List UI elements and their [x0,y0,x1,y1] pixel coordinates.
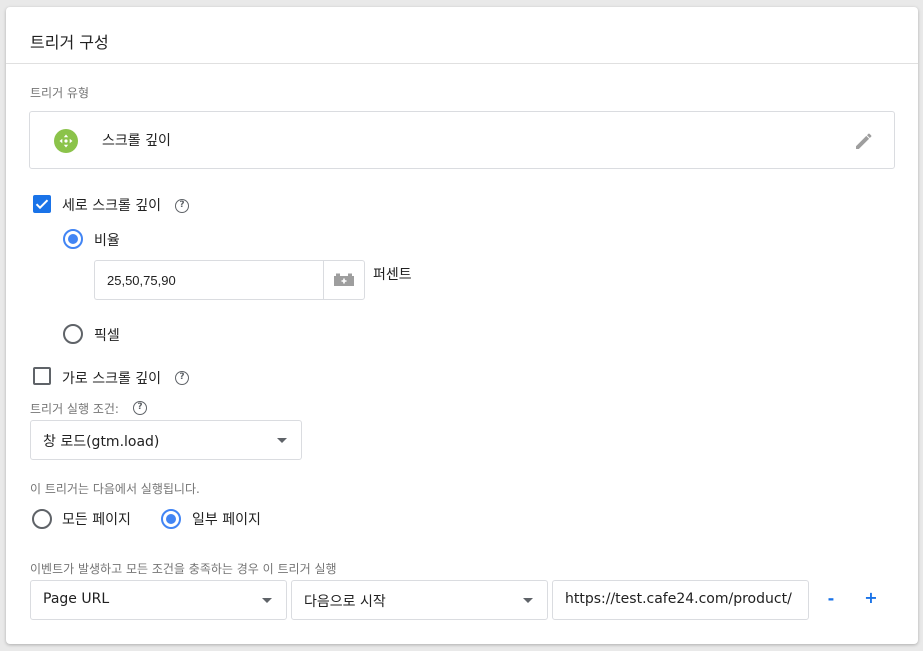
insert-variable-button[interactable] [323,260,365,300]
horizontal-scroll-label: 가로 스크롤 깊이 [62,371,162,387]
condition-operator-select[interactable]: 다음으로 시작 [291,580,548,620]
some-pages-label: 일부 페이지 [192,512,261,528]
condition-operator-selected: 다음으로 시작 [304,594,386,610]
condition-variable-selected: Page URL [43,591,110,607]
fire-on-label: 트리거 실행 조건: [30,402,119,416]
dropdown-caret-icon [277,438,287,443]
help-icon[interactable]: ? [175,199,189,213]
some-pages-radio[interactable] [161,509,181,529]
vertical-scroll-label: 세로 스크롤 깊이 [62,198,162,214]
condition-variable-select[interactable]: Page URL [30,580,287,620]
add-condition-button[interactable]: + [861,588,881,607]
scroll-move-icon [54,129,78,153]
page-title: 트리거 구성 [30,33,109,52]
fire-on-select[interactable]: 창 로드(gtm.load) [30,420,302,460]
remove-condition-button[interactable]: - [821,589,841,608]
percent-radio-label: 비율 [94,233,120,249]
condition-value-text: https://test.cafe24.com/product/ [565,591,792,607]
horizontal-scroll-checkbox[interactable] [33,367,51,385]
help-icon[interactable]: ? [175,371,189,385]
trigger-config-card: 트리거 구성 트리거 유형 스크롤 깊이 세로 스크롤 깊이 ? 비율 25,5… [6,7,918,644]
trigger-type-label: 트리거 유형 [30,86,90,100]
percent-radio[interactable] [63,229,83,249]
fire-on-selected: 창 로드(gtm.load) [43,434,160,450]
check-icon [35,199,49,210]
condition-label: 이벤트가 발생하고 모든 조건을 충족하는 경우 이 트리거 실행 [30,562,337,576]
pixel-radio[interactable] [63,324,83,344]
dropdown-caret-icon [523,598,533,603]
all-pages-label: 모든 페이지 [62,512,131,528]
condition-value-input[interactable]: https://test.cafe24.com/product/ [552,580,809,620]
trigger-type-name: 스크롤 깊이 [102,133,171,149]
scope-label: 이 트리거는 다음에서 실행됩니다. [30,482,200,496]
percent-value-input[interactable] [94,260,324,300]
variable-brick-icon [334,273,354,286]
pencil-edit-icon[interactable] [852,129,876,153]
vertical-scroll-checkbox[interactable] [33,195,51,213]
all-pages-radio[interactable] [32,509,52,529]
header-divider [6,63,918,64]
trigger-type-selector[interactable]: 스크롤 깊이 [29,111,895,169]
dropdown-caret-icon [262,598,272,603]
percent-unit-label: 퍼센트 [373,267,412,283]
pixel-radio-label: 픽셀 [94,328,120,344]
help-icon[interactable]: ? [133,401,147,415]
